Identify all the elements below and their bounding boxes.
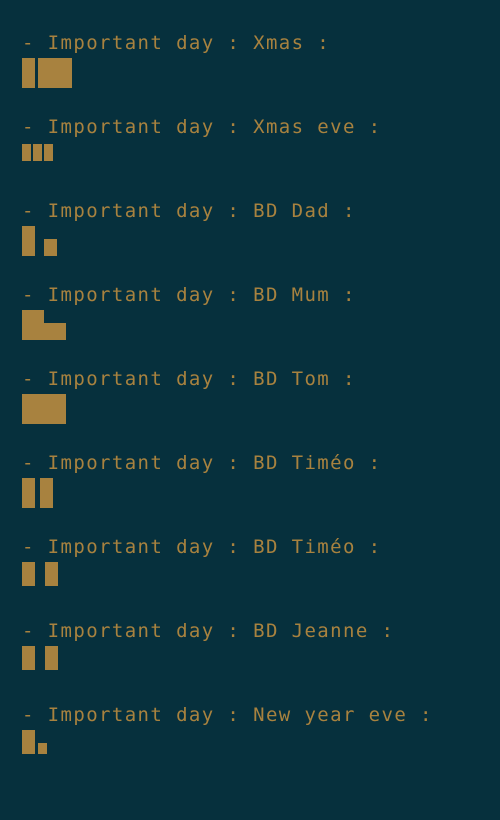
list-item: - - Important day : New year eve : [0, 700, 500, 784]
tofu-box-icon [22, 310, 44, 340]
output-line-text: - Important day : BD Timéo : [22, 536, 382, 558]
output-line-text: - Important day : Xmas : [22, 32, 331, 54]
output-line: - - Important day : BD Dad : [0, 196, 500, 226]
output-line: - - Important day : BD Timéo : [0, 532, 500, 562]
tofu-box-icon [22, 394, 44, 424]
list-item: - - Important day : BD Timéo : [0, 532, 500, 616]
list-item: - - Important day : BD Mum : [0, 280, 500, 364]
unrenderable-glyph-row [22, 394, 66, 424]
tofu-box-icon [44, 323, 66, 340]
unrenderable-glyph-row [22, 310, 66, 340]
tofu-box-icon [22, 562, 35, 586]
output-line-text: - Important day : Xmas eve : [22, 116, 382, 138]
tofu-box-icon [22, 730, 35, 754]
unrenderable-glyph-row [22, 226, 57, 256]
unrenderable-glyph-row [22, 144, 53, 161]
unrenderable-glyph-row [22, 562, 58, 586]
list-item: - - Important day : BD Jeanne : [0, 616, 500, 700]
list-item: - - Important day : BD Tom : [0, 364, 500, 448]
unrenderable-glyph-row [22, 730, 47, 754]
output-line: - - Important day : BD Jeanne : [0, 616, 500, 646]
terminal-output[interactable]: - - Important day : Xmas : - - Important… [0, 0, 500, 772]
output-line: - - Important day : Xmas : [0, 28, 500, 58]
tofu-box-icon [22, 144, 31, 161]
tofu-box-icon [38, 743, 47, 754]
output-line-text: - Important day : BD Timéo : [22, 452, 382, 474]
output-line-text: - Important day : BD Dad : [22, 200, 356, 222]
list-item: - - Important day : BD Dad : [0, 196, 500, 280]
tofu-box-icon [45, 562, 58, 586]
tofu-box-icon [45, 646, 58, 670]
output-line-text: - Important day : BD Tom : [22, 368, 356, 390]
output-line: - - Important day : New year eve : [0, 700, 500, 730]
output-line: - - Important day : BD Mum : [0, 280, 500, 310]
tofu-box-icon [44, 239, 57, 256]
unrenderable-glyph-row [22, 478, 53, 508]
output-line: - - Important day : Xmas eve : [0, 112, 500, 142]
output-line-text: - Important day : New year eve : [22, 704, 433, 726]
tofu-box-icon [44, 394, 66, 424]
list-item: - - Important day : Xmas : [0, 28, 500, 112]
tofu-box-icon [38, 58, 72, 88]
tofu-box-icon [22, 58, 35, 88]
output-line-text: - Important day : BD Jeanne : [22, 620, 395, 642]
tofu-box-icon [33, 144, 42, 161]
list-item: - - Important day : BD Timéo : [0, 448, 500, 532]
output-line: - - Important day : BD Timéo : [0, 448, 500, 478]
unrenderable-glyph-row [22, 58, 72, 88]
tofu-box-icon [40, 478, 53, 508]
tofu-box-icon [22, 646, 35, 670]
tofu-box-icon [22, 226, 35, 256]
unrenderable-glyph-row [22, 646, 58, 670]
output-line-text: - Important day : BD Mum : [22, 284, 356, 306]
output-line: - - Important day : BD Tom : [0, 364, 500, 394]
tofu-box-icon [44, 144, 53, 161]
tofu-box-icon [22, 478, 35, 508]
list-item: - - Important day : Xmas eve : [0, 112, 500, 196]
